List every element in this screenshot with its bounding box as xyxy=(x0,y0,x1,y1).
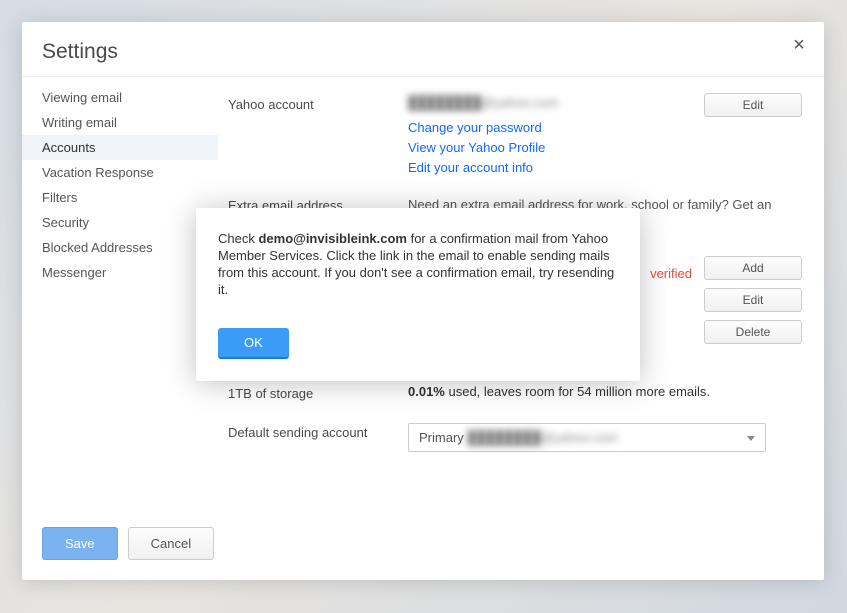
modal-footer: Save Cancel xyxy=(22,513,824,580)
storage-percent: 0.01% xyxy=(408,384,445,399)
dialog-email: demo@invisibleink.com xyxy=(258,231,407,246)
sidebar-item-messenger[interactable]: Messenger xyxy=(22,260,218,285)
sidebar: Viewing email Writing email Accounts Vac… xyxy=(22,77,218,513)
confirmation-dialog: Check demo@invisibleink.com for a confir… xyxy=(196,208,640,381)
sidebar-item-viewing-email[interactable]: Viewing email xyxy=(22,85,218,110)
yahoo-account-value: ████████@yahoo.com xyxy=(408,95,558,110)
storage-label: 1TB of storage xyxy=(228,384,408,401)
yahoo-account-row: Yahoo account ████████@yahoo.com Edit Ch… xyxy=(228,95,802,178)
modal-title: Settings xyxy=(42,40,804,64)
cancel-button[interactable]: Cancel xyxy=(128,527,214,560)
yahoo-account-label: Yahoo account xyxy=(228,95,408,112)
dialog-text-prefix: Check xyxy=(218,231,258,246)
default-sending-select[interactable]: Primary ████████@yahoo.com xyxy=(408,423,766,452)
edit-account-info-link[interactable]: Edit your account info xyxy=(408,158,802,178)
storage-row: 1TB of storage 0.01% used, leaves room f… xyxy=(228,384,802,401)
storage-text: used, leaves room for 54 million more em… xyxy=(445,384,710,399)
dialog-message: Check demo@invisibleink.com for a confir… xyxy=(218,230,618,298)
default-sending-value: ████████@yahoo.com xyxy=(467,430,617,445)
edit-yahoo-account-button[interactable]: Edit xyxy=(704,93,802,117)
save-button[interactable]: Save xyxy=(42,527,118,560)
change-password-link[interactable]: Change your password xyxy=(408,118,802,138)
close-icon[interactable]: × xyxy=(788,36,810,58)
default-sending-prefix: Primary xyxy=(419,430,467,445)
sidebar-item-accounts[interactable]: Accounts xyxy=(22,135,218,160)
view-profile-link[interactable]: View your Yahoo Profile xyxy=(408,138,802,158)
sidebar-item-writing-email[interactable]: Writing email xyxy=(22,110,218,135)
default-sending-label: Default sending account xyxy=(228,423,408,440)
delete-extra-email-button[interactable]: Delete xyxy=(704,320,802,344)
edit-extra-email-button[interactable]: Edit xyxy=(704,288,802,312)
sidebar-item-filters[interactable]: Filters xyxy=(22,185,218,210)
add-extra-email-button[interactable]: Add xyxy=(704,256,802,280)
default-sending-row: Default sending account Primary ████████… xyxy=(228,423,802,452)
modal-header: Settings × xyxy=(22,22,824,77)
sidebar-item-vacation-response[interactable]: Vacation Response xyxy=(22,160,218,185)
unverified-status: verified xyxy=(650,266,692,281)
dialog-ok-button[interactable]: OK xyxy=(218,328,289,359)
sidebar-item-blocked-addresses[interactable]: Blocked Addresses xyxy=(22,235,218,260)
sidebar-item-security[interactable]: Security xyxy=(22,210,218,235)
